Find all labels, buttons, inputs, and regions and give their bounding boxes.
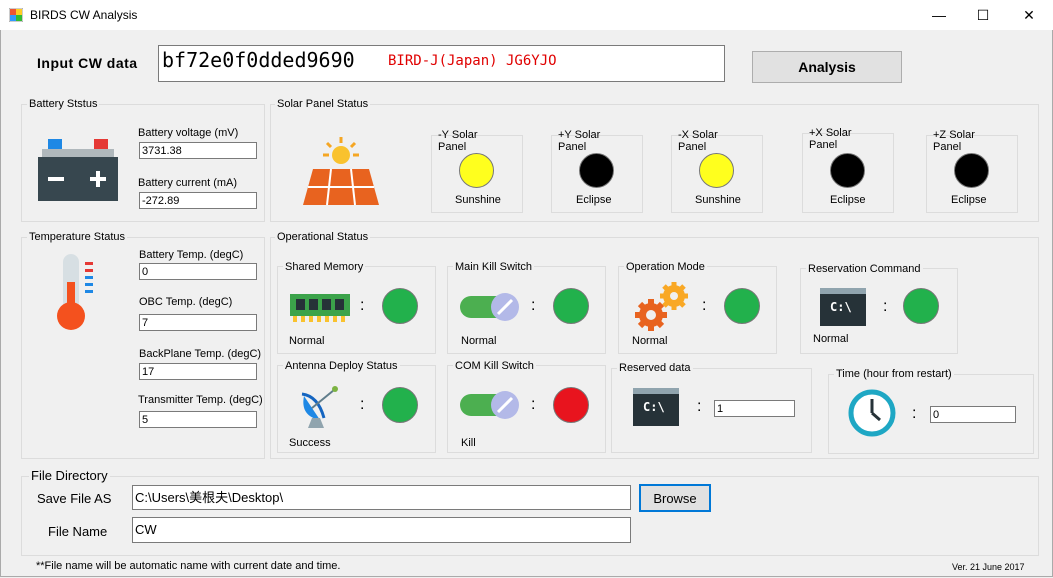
cw-input-value: bf72e0f0dded9690 [162,48,355,72]
antenna-deploy-status: Success [289,437,331,449]
solar-group [270,104,1039,222]
obc-temp-field[interactable]: 7 [139,314,257,331]
save-path-field[interactable]: C:\Users\美根夫\Desktop\ [132,485,631,510]
solar-panel-name: -Y Solar Panel [438,129,478,153]
solar-panel-name: -X Solar Panel [678,129,718,153]
separator-colon: : [531,297,536,314]
backplane-temp-field[interactable]: 17 [139,363,257,380]
analysis-button[interactable]: Analysis [752,51,902,83]
toggle-switch-icon [460,293,519,321]
transmitter-temp-label: Transmitter Temp. (degC) [138,394,263,406]
battery-temp-field[interactable]: 0 [139,263,257,280]
separator-colon: : [883,298,888,315]
solar-panel-name: +Z Solar Panel [933,129,975,153]
antenna-deploy-indicator [382,387,418,423]
separator-colon: : [531,396,536,413]
battery-voltage-label: Battery voltage (mV) [138,127,239,139]
memory-chip-icon [290,294,350,322]
gears-icon [635,282,688,331]
solar-panel-name: +X Solar Panel [809,127,852,151]
solar-panel-indicator [459,153,494,188]
battery-temp-label: Battery Temp. (degC) [139,249,244,261]
minimize-button[interactable]: — [916,0,962,30]
antenna-deploy-title: Antenna Deploy Status [283,360,400,372]
battery-voltage-field[interactable]: 3731.38 [139,142,257,159]
app-icon [9,8,23,22]
solar-panel-indicator [954,153,989,188]
time-field[interactable]: 0 [930,406,1016,423]
solar-panel-indicator [830,153,865,188]
solar-panel-status: Eclipse [576,194,612,206]
title-bar [0,0,1053,30]
filename-note: **File name will be automatic name with … [36,560,341,572]
reserved-data-field[interactable]: 1 [714,400,795,417]
input-cw-label: Input CW data [37,55,138,71]
operation-mode-status: Normal [632,335,668,347]
backplane-temp-label: BackPlane Temp. (degC) [139,348,262,360]
terminal-icon: C:\ [820,288,866,326]
shared-memory-title: Shared Memory [283,261,366,273]
operation-mode-title: Operation Mode [624,261,707,273]
satellite-dish-icon [301,386,338,428]
battery-current-label: Battery current (mA) [138,177,238,189]
com-kill-switch-status: Kill [461,437,476,449]
solar-group-title: Solar Panel Status [275,98,371,110]
shared-memory-status: Normal [289,335,325,347]
solar-panel-status: Sunshine [455,194,501,206]
save-file-as-label: Save File AS [37,491,112,506]
transmitter-temp-field[interactable]: 5 [139,411,257,428]
separator-colon: : [360,297,365,314]
reservation-command-status: Normal [813,333,849,345]
solar-panel-name: +Y Solar Panel [558,129,601,153]
browse-button[interactable]: Browse [639,484,711,512]
solar-panel-status: Sunshine [695,194,741,206]
solar-panel-icon [303,137,379,206]
shared-memory-indicator [382,288,418,324]
separator-colon: : [697,398,702,415]
main-kill-switch-indicator [553,288,589,324]
close-button[interactable]: ✕ [1006,0,1052,30]
operational-group-title: Operational Status [275,231,371,243]
file-name-label: File Name [48,524,108,539]
window-title: BIRDS CW Analysis [30,8,138,22]
file-directory-title: File Directory [29,468,110,483]
file-name-field[interactable]: CW [132,517,631,543]
reservation-command-indicator [903,288,939,324]
thermometer-icon [57,254,93,330]
temperature-group-title: Temperature Status [27,231,127,243]
operation-mode-indicator [724,288,760,324]
com-kill-switch-title: COM Kill Switch [453,360,536,372]
reserved-data-title: Reserved data [617,362,693,374]
maximize-button[interactable]: ☐ [960,0,1006,30]
terminal-icon: C:\ [633,388,679,426]
battery-current-field[interactable]: -272.89 [139,192,257,209]
clock-icon [848,389,896,437]
battery-group-title: Battery Ststus [27,98,100,110]
obc-temp-label: OBC Temp. (degC) [139,296,233,308]
separator-colon: : [702,297,707,314]
version-label: Ver. 21 June 2017 [952,562,1025,572]
reservation-command-title: Reservation Command [806,263,923,275]
satellite-name: BIRD-J(Japan) JG6YJO [388,53,557,69]
time-title: Time (hour from restart) [834,368,954,380]
battery-icon [38,139,118,201]
solar-panel-indicator [579,153,614,188]
main-kill-switch-status: Normal [461,335,497,347]
separator-colon: : [360,396,365,413]
solar-panel-indicator [699,153,734,188]
main-kill-switch-title: Main Kill Switch [453,261,535,273]
com-kill-switch-indicator [553,387,589,423]
solar-panel-status: Eclipse [951,194,987,206]
separator-colon: : [912,405,917,422]
toggle-switch-icon [460,391,519,419]
solar-panel-status: Eclipse [830,194,866,206]
